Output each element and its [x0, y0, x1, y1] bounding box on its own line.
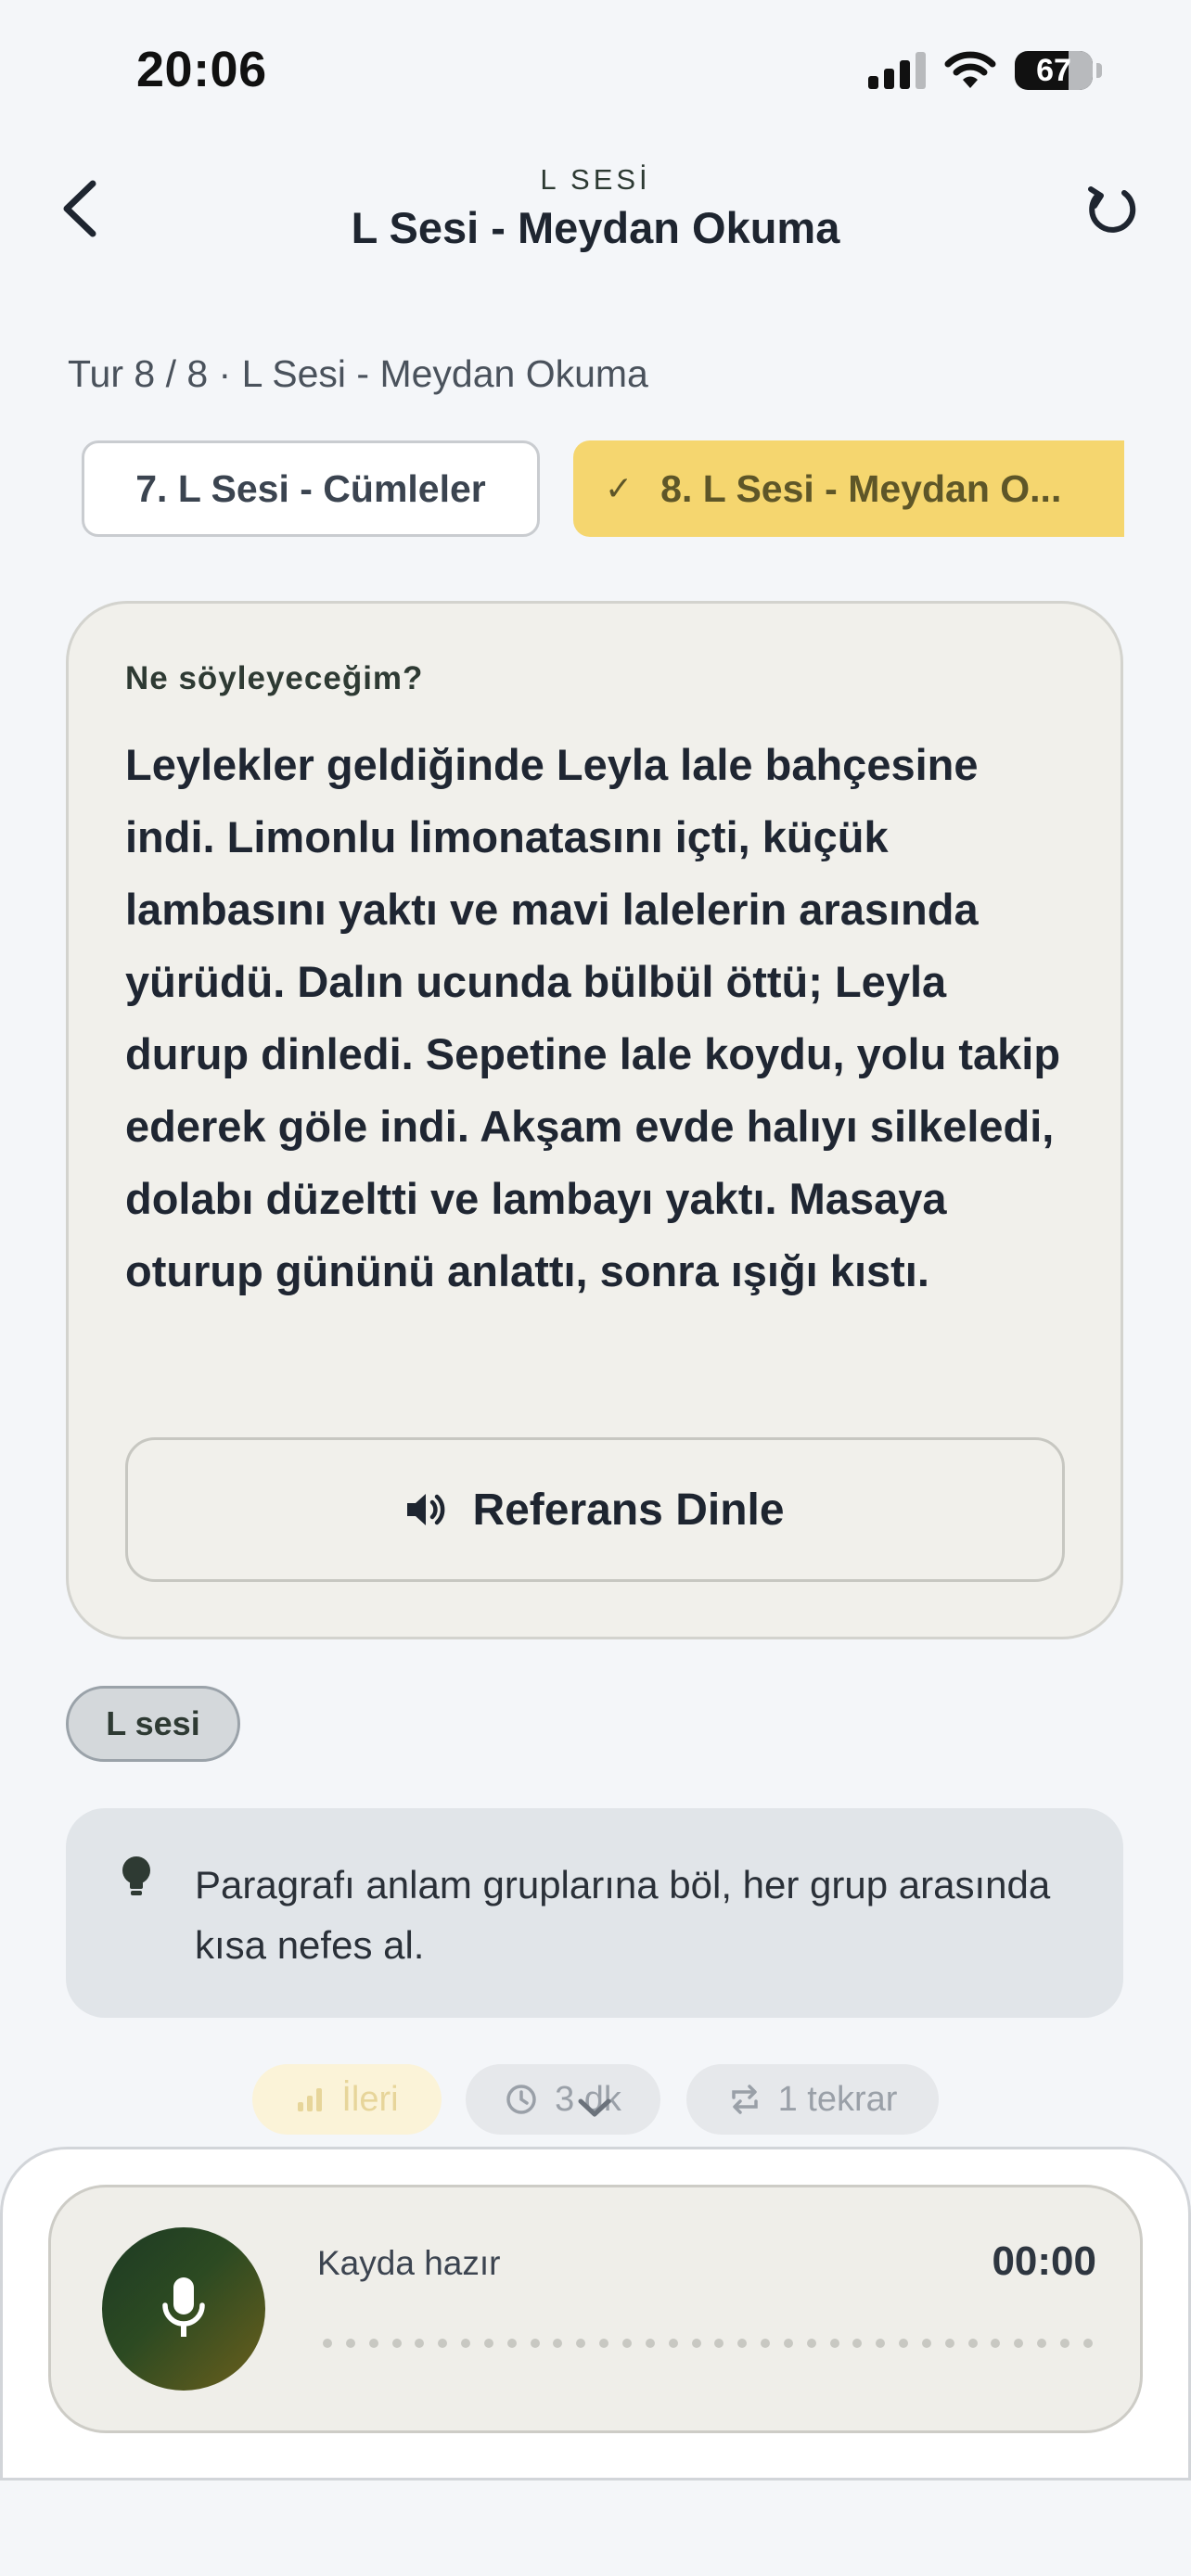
- waveform-dot: [506, 2339, 517, 2348]
- waveform-dot: [323, 2339, 332, 2348]
- recorder-timer: 00:00: [992, 2238, 1096, 2284]
- card-label: Ne söyleyeceğim?: [125, 660, 424, 696]
- waveform-dot: [921, 2339, 931, 2348]
- tab-label: 7. L Sesi - Cümleler: [135, 466, 486, 510]
- waveform-dot: [345, 2339, 355, 2348]
- reading-text: Leylekler geldiğinde Leyla lale bahçesin…: [125, 740, 1061, 1295]
- waveform-dot: [691, 2339, 701, 2348]
- level-chip: İleri: [252, 2064, 442, 2135]
- waveform-dot: [876, 2339, 886, 2348]
- waveform-dot: [761, 2339, 771, 2348]
- tab-label: 8. L Sesi - Meydan O...: [660, 466, 1062, 510]
- waveform-dot: [576, 2339, 586, 2348]
- level-label: İleri: [341, 2079, 399, 2119]
- speaker-icon: [407, 1494, 445, 1525]
- page-title: L Sesi - Meydan Okuma: [351, 203, 840, 252]
- signal-icon: [868, 52, 926, 89]
- waveform-dot: [1082, 2339, 1093, 2348]
- waveform-dot: [645, 2339, 655, 2348]
- duration-chip: 3 dk: [466, 2064, 660, 2135]
- record-button[interactable]: [102, 2227, 265, 2391]
- waveform-dot: [991, 2339, 1001, 2348]
- waveform-dot: [391, 2339, 402, 2348]
- header-kicker: L SESİ: [540, 163, 651, 196]
- waveform-dot: [621, 2339, 632, 2348]
- waveform-dot: [852, 2339, 863, 2348]
- waveform-placeholder: [323, 2339, 1093, 2348]
- tab-exercise-8[interactable]: ✓ 8. L Sesi - Meydan O...: [573, 440, 1124, 537]
- waveform-dot: [714, 2339, 724, 2348]
- waveform-dot: [944, 2339, 954, 2348]
- battery-tip: [1096, 63, 1102, 78]
- waveform-dot: [737, 2339, 748, 2348]
- recorder-status: Kayda hazır: [317, 2244, 501, 2282]
- reload-icon[interactable]: [1078, 176, 1143, 241]
- waveform-dot: [415, 2339, 425, 2348]
- microphone-icon: [162, 2277, 205, 2337]
- waveform-dot: [438, 2339, 448, 2348]
- lightbulb-icon: [122, 1856, 150, 1895]
- waveform-dot: [368, 2339, 378, 2348]
- listen-reference-button[interactable]: Referans Dinle: [125, 1437, 1065, 1582]
- check-icon: ✓: [605, 469, 634, 507]
- waveform-dot: [967, 2339, 978, 2348]
- repeat-chip: 1 tekrar: [686, 2064, 939, 2135]
- round-label: Tur 8 / 8 · L Sesi - Meydan Okuma: [68, 352, 648, 395]
- waveform-dot: [530, 2339, 540, 2348]
- waveform-dot: [483, 2339, 493, 2348]
- waveform-dot: [668, 2339, 678, 2348]
- listen-reference-label: Referans Dinle: [472, 1485, 785, 1535]
- repeat-label: 1 tekrar: [777, 2079, 898, 2119]
- waveform-dot: [599, 2339, 609, 2348]
- clock-icon: [506, 2085, 536, 2114]
- wifi-icon: [944, 51, 996, 88]
- repeat-icon: [731, 2085, 758, 2114]
- battery-icon: 67: [1015, 51, 1093, 90]
- tab-exercise-7[interactable]: 7. L Sesi - Cümleler: [82, 440, 540, 537]
- sound-tag-label: L sesi: [106, 1704, 200, 1742]
- waveform-dot: [899, 2339, 909, 2348]
- status-time: 20:06: [136, 42, 267, 97]
- waveform-dot: [783, 2339, 793, 2348]
- sound-tag: L sesi: [66, 1686, 240, 1762]
- waveform-dot: [553, 2339, 563, 2348]
- status-icons: 67: [868, 48, 1102, 93]
- tip-text: Paragrafı anlam gruplarına böl, her grup…: [195, 1863, 1051, 1967]
- waveform-dot: [1060, 2339, 1069, 2348]
- waveform-dot: [1037, 2339, 1047, 2348]
- battery-level: 67: [1036, 52, 1071, 88]
- waveform-dot: [1014, 2339, 1024, 2348]
- waveform-dot: [806, 2339, 816, 2348]
- waveform-dot: [829, 2339, 839, 2348]
- chevron-down-icon[interactable]: [573, 2094, 616, 2122]
- waveform-dot: [461, 2339, 471, 2348]
- bar-chart-icon: [298, 2088, 323, 2111]
